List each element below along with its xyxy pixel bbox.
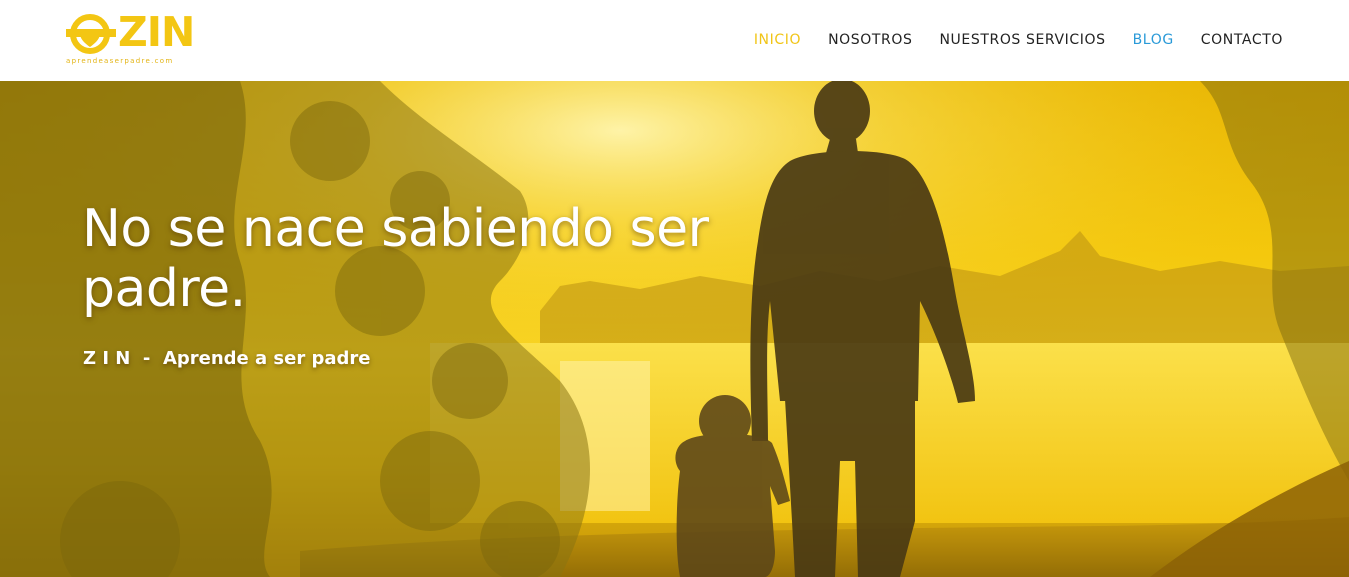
site-header: ZIN aprendeaserpadre.com INICIO NOSOTROS… bbox=[0, 0, 1349, 81]
hero-subtitle-text: Aprende a ser padre bbox=[162, 348, 371, 369]
nav-item-nosotros[interactable]: NOSOTROS bbox=[828, 31, 912, 49]
hero-subtitle-brand: Z I N bbox=[83, 348, 131, 369]
hero-background-image bbox=[0, 81, 1349, 577]
nav-item-blog[interactable]: BLOG bbox=[1133, 31, 1174, 49]
nav-item-contacto[interactable]: CONTACTO bbox=[1201, 31, 1283, 49]
site-logo[interactable]: ZIN aprendeaserpadre.com bbox=[66, 8, 195, 68]
hero-banner: No se nace sabiendo ser padre. Z I N - A… bbox=[0, 81, 1349, 577]
nav-item-nuestros-servicios[interactable]: NUESTROS SERVICIOS bbox=[939, 31, 1105, 49]
hero-subtitle: Z I N - Aprende a ser padre bbox=[83, 348, 371, 369]
heart-face-icon bbox=[66, 14, 116, 54]
nav-item-inicio[interactable]: INICIO bbox=[754, 31, 801, 49]
logo-wordmark: ZIN bbox=[118, 8, 195, 56]
logo-tagline: aprendeaserpadre.com bbox=[66, 57, 174, 65]
hero-title: No se nace sabiendo ser padre. bbox=[82, 199, 709, 319]
main-navigation: INICIO NOSOTROS NUESTROS SERVICIOS BLOG … bbox=[754, 31, 1283, 49]
hero-subtitle-separator: - bbox=[142, 348, 151, 369]
